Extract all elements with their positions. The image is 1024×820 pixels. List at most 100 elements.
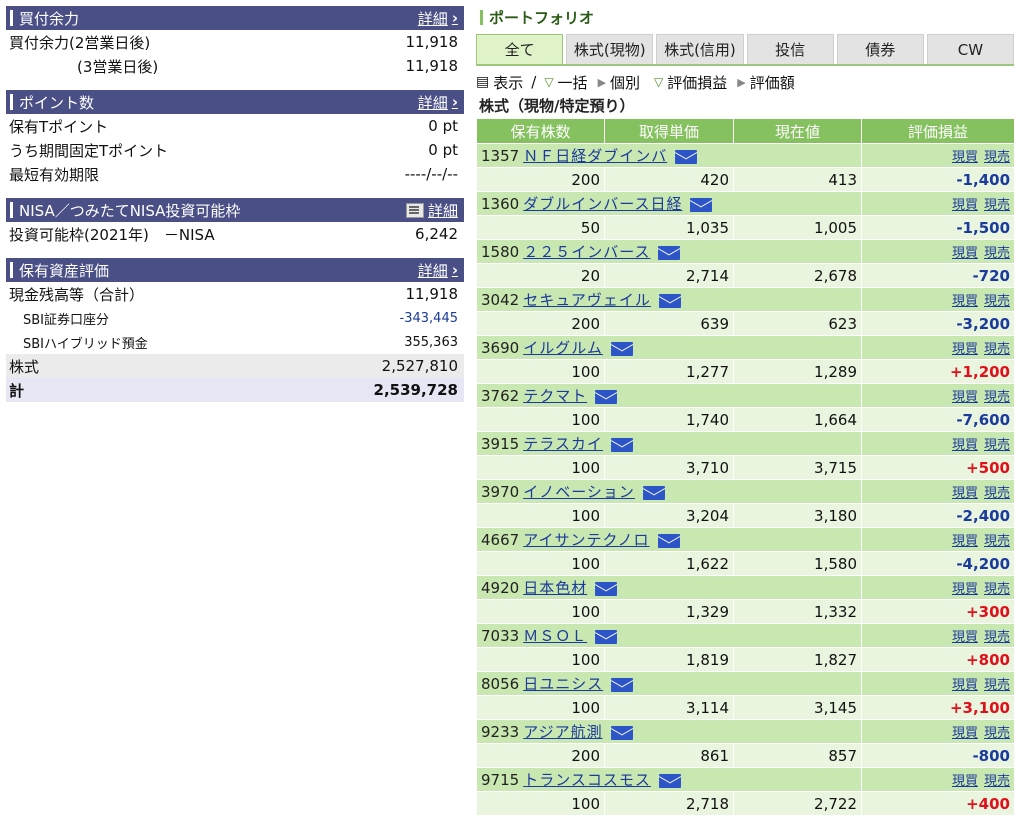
nisa-row: 投資可能枠(2021年) －NISA 6,242 [6, 222, 464, 246]
mail-icon[interactable] [595, 389, 618, 404]
buying-power-detail-link[interactable]: 詳細 › [418, 6, 458, 30]
stock-name-link[interactable]: アジア航測 [523, 723, 602, 741]
buying-power-3day-row: (3営業日後) 11,918 [6, 54, 464, 78]
cost-cell: 2,714 [604, 263, 734, 288]
cash-sell-link[interactable]: 現売 [984, 246, 1010, 261]
tab-funds[interactable]: 投信 [746, 34, 834, 64]
cash-buy-link[interactable]: 現買 [952, 246, 978, 261]
value-option[interactable]: 評価額 [750, 72, 795, 93]
cash-sell-link[interactable]: 現売 [984, 582, 1010, 597]
cash-sell-link[interactable]: 現売 [984, 438, 1010, 453]
mail-icon[interactable] [611, 677, 634, 692]
cash-sell-link[interactable]: 現売 [984, 774, 1010, 789]
nisa-detail-link[interactable]: 詳細 [405, 198, 458, 222]
stock-name-row: 4667 アイサンテクノロ 現買 現売 [476, 527, 1015, 552]
cash-buy-link[interactable]: 現買 [952, 534, 978, 549]
cash-sell-link[interactable]: 現売 [984, 726, 1010, 741]
stock-name-link[interactable]: トランスコスモス [523, 771, 651, 789]
cash-buy-link[interactable]: 現買 [952, 582, 978, 597]
cash-sell-link[interactable]: 現売 [984, 294, 1010, 309]
cash-buy-link[interactable]: 現買 [952, 342, 978, 357]
cash-buy-link[interactable]: 現買 [952, 630, 978, 645]
row-value: 11,918 [405, 285, 459, 303]
tab-bonds[interactable]: 債券 [836, 34, 924, 64]
row-label: (3営業日後) [77, 57, 159, 76]
stock-name-row: 8056 日ユニシス 現買 現売 [476, 671, 1015, 696]
cash-sell-link[interactable]: 現売 [984, 150, 1010, 165]
stock-name-link[interactable]: 日ユニシス [523, 675, 603, 693]
stock-name-link[interactable]: セキュアヴェイル [523, 291, 651, 309]
cash-buy-link[interactable]: 現買 [952, 390, 978, 405]
cash-sell-link[interactable]: 現売 [984, 534, 1010, 549]
tab-stock-margin[interactable]: 株式(信用) [656, 34, 744, 64]
cash-buy-link[interactable]: 現買 [952, 438, 978, 453]
mail-icon[interactable] [690, 197, 713, 212]
stock-name-link[interactable]: ＭＳＯＬ [523, 627, 587, 645]
trade-links: 現買 現売 [861, 479, 1015, 504]
triangle-down-icon: ▽ [654, 75, 664, 89]
mail-icon[interactable] [610, 437, 633, 452]
points-row: 最短有効期限 ----/--/-- [6, 162, 464, 186]
tab-all[interactable]: 全て [476, 34, 564, 64]
tab-stock-cash[interactable]: 株式(現物) [566, 34, 654, 64]
stock-name-link[interactable]: テラスカイ [523, 435, 603, 453]
stock-data-row: 200 639 623 -3,200 [476, 311, 1015, 336]
mail-icon[interactable] [610, 725, 633, 740]
separator: / [531, 73, 537, 91]
pl-cell: -3,200 [861, 311, 1015, 336]
price-cell: 2,722 [733, 791, 862, 816]
detail-label: 詳細 [427, 201, 458, 220]
stock-name-link[interactable]: イルグルム [523, 339, 603, 357]
cash-buy-link[interactable]: 現買 [952, 726, 978, 741]
stock-name-link[interactable]: 日本色材 [523, 579, 587, 597]
cash-sell-link[interactable]: 現売 [984, 198, 1010, 213]
points-row: 保有Tポイント 0 pt [6, 114, 464, 138]
cost-cell: 3,710 [604, 455, 734, 480]
col-qty: 保有株数 [476, 118, 605, 144]
tab-cw[interactable]: CW [926, 34, 1015, 64]
pl-option[interactable]: 評価損益 [667, 72, 727, 93]
trade-links: 現買 現売 [861, 623, 1015, 648]
pl-cell: +1,200 [861, 359, 1015, 384]
list-icon: ▤ [476, 74, 490, 90]
row-value: 11,918 [405, 57, 459, 75]
mail-icon[interactable] [658, 245, 681, 260]
price-cell: 413 [733, 167, 862, 192]
stock-name-link[interactable]: ダブルインバース日経 [523, 195, 682, 213]
assets-detail-link[interactable]: 詳細 › [418, 258, 458, 282]
cash-buy-link[interactable]: 現買 [952, 294, 978, 309]
cash-buy-link[interactable]: 現買 [952, 198, 978, 213]
stock-name-link[interactable]: ２２５インバース [523, 243, 650, 261]
mail-icon[interactable] [595, 629, 618, 644]
lump-option[interactable]: 一括 [558, 72, 588, 93]
mail-icon[interactable] [642, 485, 665, 500]
holdings-subtitle: 株式（現物/特定預り） [479, 96, 635, 115]
stock-name-cell: 8056 日ユニシス [476, 671, 862, 696]
mail-icon[interactable] [610, 341, 633, 356]
cash-buy-link[interactable]: 現買 [952, 774, 978, 789]
cash-buy-link[interactable]: 現買 [952, 486, 978, 501]
stock-name-link[interactable]: ＮＦ日経ダブインバ [523, 147, 667, 165]
cash-sell-link[interactable]: 現売 [984, 630, 1010, 645]
cash-buy-link[interactable]: 現買 [952, 678, 978, 693]
triangle-right-icon: ▶ [737, 75, 746, 89]
cash-sell-link[interactable]: 現売 [984, 390, 1010, 405]
stock-name-cell: 9715 トランスコスモス [476, 767, 862, 792]
chevron-right-icon: › [451, 261, 458, 279]
points-detail-link[interactable]: 詳細 › [418, 90, 458, 114]
cash-sell-link[interactable]: 現売 [984, 486, 1010, 501]
cash-sell-link[interactable]: 現売 [984, 678, 1010, 693]
stock-name-link[interactable]: イノベーション [523, 483, 635, 501]
mail-icon[interactable] [657, 533, 680, 548]
mail-icon[interactable] [658, 293, 681, 308]
stock-name-link[interactable]: テクマト [523, 387, 587, 405]
pl-cell: -2,400 [861, 503, 1015, 528]
stock-name-link[interactable]: アイサンテクノロ [523, 531, 649, 549]
mail-icon[interactable] [595, 581, 618, 596]
mail-icon[interactable] [675, 149, 698, 164]
stock-name-row: 3762 テクマト 現買 現売 [476, 383, 1015, 408]
individual-option[interactable]: 個別 [610, 72, 640, 93]
cash-buy-link[interactable]: 現買 [952, 150, 978, 165]
cash-sell-link[interactable]: 現売 [984, 342, 1010, 357]
mail-icon[interactable] [658, 773, 681, 788]
